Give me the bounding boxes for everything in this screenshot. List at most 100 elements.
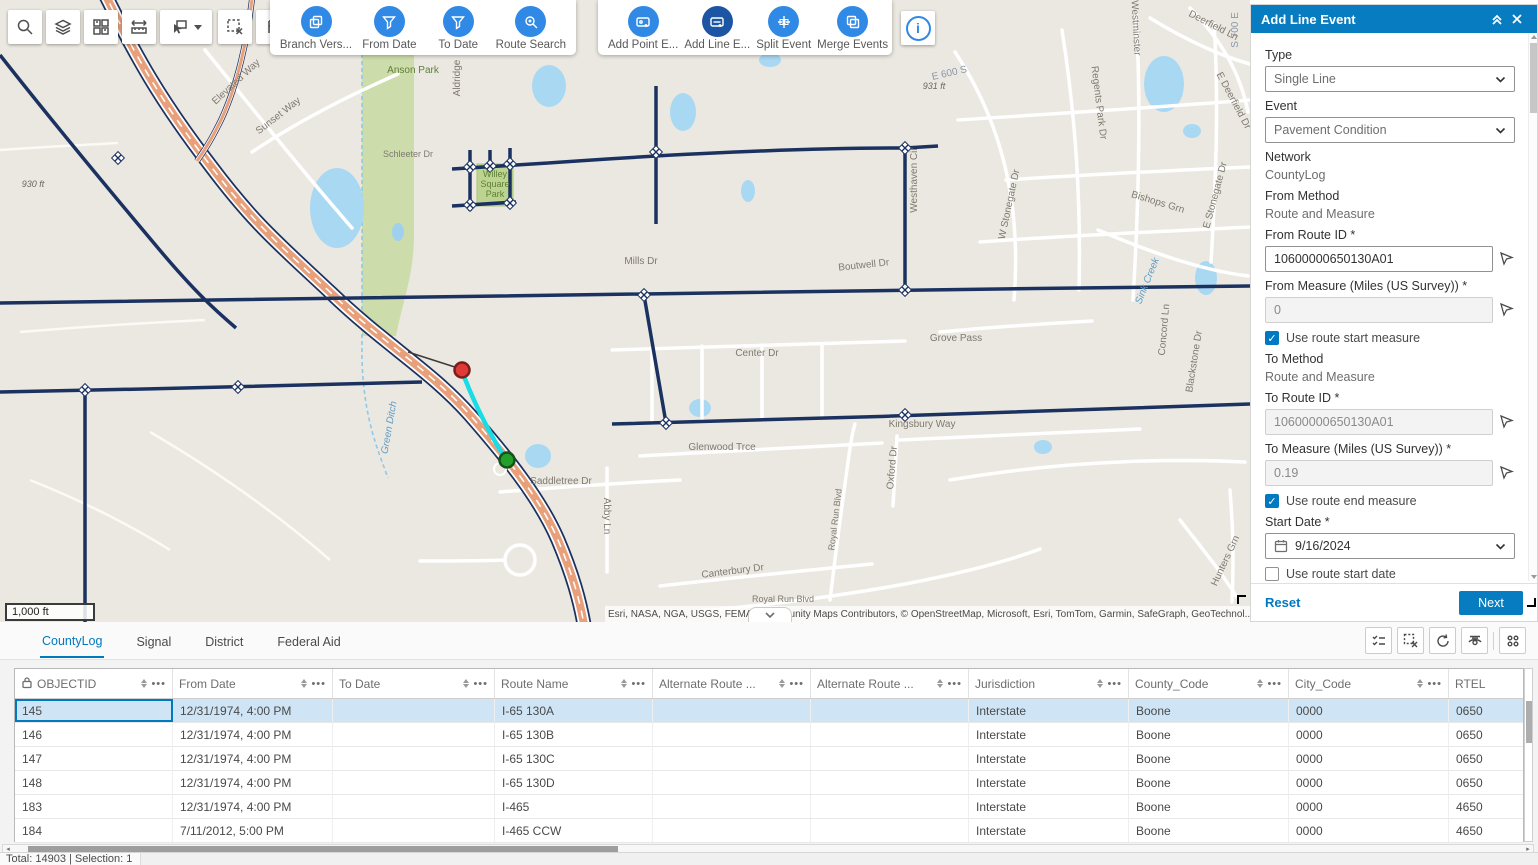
sort-icon[interactable]: [937, 679, 943, 688]
branch-versions-button[interactable]: Branch Vers...: [280, 4, 352, 53]
tab-countylog[interactable]: CountyLog: [40, 624, 104, 658]
table-cell[interactable]: [811, 723, 969, 746]
column-header-to-date[interactable]: To Date •••: [333, 669, 495, 698]
panel-resize-handle[interactable]: [1527, 598, 1536, 607]
column-header-objectid[interactable]: OBJECTID •••: [15, 669, 173, 698]
table-cell[interactable]: Boone: [1129, 699, 1289, 722]
table-cell[interactable]: 183: [15, 795, 173, 818]
table-cell[interactable]: [653, 819, 811, 842]
table-cell[interactable]: [653, 699, 811, 722]
table-cell[interactable]: Interstate: [969, 795, 1129, 818]
table-cell[interactable]: 4650: [1449, 795, 1523, 818]
table-cell[interactable]: [811, 747, 969, 770]
use-route-end-measure-checkbox[interactable]: ✓ Use route end measure: [1265, 494, 1515, 508]
sort-icon[interactable]: [141, 679, 147, 688]
table-row[interactable]: 14712/31/1974, 4:00 PMI-65 130CInterstat…: [15, 747, 1523, 771]
from-date-button[interactable]: From Date: [358, 4, 421, 53]
table-cell[interactable]: 0000: [1289, 771, 1449, 794]
column-header-city-code[interactable]: City_Code •••: [1289, 669, 1449, 698]
select-tool-button[interactable]: [160, 10, 212, 44]
pick-from-measure-on-map-icon[interactable]: [1499, 302, 1515, 318]
table-cell[interactable]: [653, 795, 811, 818]
table-cell[interactable]: [333, 795, 495, 818]
to-measure-marker[interactable]: [500, 453, 515, 468]
table-cell[interactable]: [333, 771, 495, 794]
clear-selection-tool-button[interactable]: [218, 10, 252, 44]
sort-icon[interactable]: [621, 679, 627, 688]
table-cell[interactable]: Boone: [1129, 819, 1289, 842]
split-event-button[interactable]: Split Event: [756, 4, 811, 53]
column-menu-icon[interactable]: •••: [789, 678, 804, 690]
table-cell[interactable]: 0650: [1449, 723, 1523, 746]
table-cell[interactable]: 0000: [1289, 819, 1449, 842]
table-cell[interactable]: [333, 723, 495, 746]
table-cell[interactable]: Interstate: [969, 771, 1129, 794]
overview-grid-tool-button[interactable]: [84, 10, 118, 44]
add-line-event-button[interactable]: Add Line E...: [684, 4, 750, 53]
column-header-alternate-route-2[interactable]: Alternate Route ... •••: [811, 669, 969, 698]
table-row[interactable]: 14812/31/1974, 4:00 PM I-65 130D Interstat…: [15, 771, 1523, 795]
table-cell[interactable]: [653, 747, 811, 770]
table-cell[interactable]: Interstate: [969, 699, 1129, 722]
table-cell[interactable]: I-65 130B: [495, 723, 653, 746]
table-cell[interactable]: 0000: [1289, 747, 1449, 770]
table-cell[interactable]: [653, 771, 811, 794]
column-menu-icon[interactable]: •••: [311, 678, 326, 690]
toggle-columns-button[interactable]: [1461, 627, 1488, 654]
column-menu-icon[interactable]: •••: [631, 678, 646, 690]
pick-from-route-on-map-icon[interactable]: [1499, 251, 1515, 267]
table-cell[interactable]: 12/31/1974, 4:00 PM: [173, 723, 333, 746]
column-header-alternate-route-1[interactable]: Alternate Route ... •••: [653, 669, 811, 698]
table-cell[interactable]: Boone: [1129, 747, 1289, 770]
use-route-start-measure-checkbox[interactable]: ✓ Use route start measure: [1265, 331, 1515, 345]
clear-table-selection-button[interactable]: [1397, 627, 1424, 654]
table-cell[interactable]: I-65 130D: [495, 771, 653, 794]
column-header-jurisdiction[interactable]: Jurisdiction •••: [969, 669, 1129, 698]
layers-tool-button[interactable]: [46, 10, 80, 44]
table-cell[interactable]: [333, 747, 495, 770]
to-date-button[interactable]: To Date: [427, 4, 490, 53]
table-cell[interactable]: Interstate: [969, 723, 1129, 746]
table-cell[interactable]: 0000: [1289, 795, 1449, 818]
sort-icon[interactable]: [1257, 679, 1263, 688]
table-cell[interactable]: 146: [15, 723, 173, 746]
show-selection-button[interactable]: [1365, 627, 1392, 654]
table-cell[interactable]: I-65 130C: [495, 747, 653, 770]
next-button[interactable]: Next: [1459, 591, 1523, 615]
table-cell[interactable]: 12/31/1974, 4:00 PM: [173, 699, 333, 722]
attribution-collapse-button[interactable]: [748, 607, 792, 622]
tab-federal-aid[interactable]: Federal Aid: [275, 625, 342, 657]
column-menu-icon[interactable]: •••: [1427, 678, 1442, 690]
table-cell[interactable]: 12/31/1974, 4:00 PM: [173, 771, 333, 794]
info-button[interactable]: i: [901, 11, 935, 45]
table-cell[interactable]: Boone: [1129, 723, 1289, 746]
sort-icon[interactable]: [1097, 679, 1103, 688]
table-row[interactable]: 1847/11/2012, 5:00 PMI-465 CCWInterstate…: [15, 819, 1523, 843]
options-grid-button[interactable]: [1499, 627, 1526, 654]
table-row[interactable]: 14612/31/1974, 4:00 PM I-65 130B Interstat…: [15, 723, 1523, 747]
column-header-route-name[interactable]: Route Name •••: [495, 669, 653, 698]
table-cell[interactable]: [811, 771, 969, 794]
close-panel-button[interactable]: [1507, 9, 1527, 29]
column-menu-icon[interactable]: •••: [947, 678, 962, 690]
measure-tool-button[interactable]: [122, 10, 156, 44]
tab-district[interactable]: District: [203, 625, 245, 657]
table-cell[interactable]: 148: [15, 771, 173, 794]
map-canvas[interactable]: Elevated Way Sunset Way Anson Park Aldri…: [0, 0, 1250, 622]
from-route-id-input[interactable]: [1265, 246, 1493, 272]
table-cell[interactable]: 12/31/1974, 4:00 PM: [173, 747, 333, 770]
table-cell[interactable]: [333, 819, 495, 842]
column-header-rtel[interactable]: RTEL: [1449, 669, 1523, 698]
table-cell[interactable]: Boone: [1129, 771, 1289, 794]
merge-events-button[interactable]: Merge Events: [817, 4, 888, 53]
table-cell[interactable]: 0000: [1289, 699, 1449, 722]
table-cell[interactable]: 4650: [1449, 819, 1523, 842]
tab-signal[interactable]: Signal: [134, 625, 173, 657]
sort-icon[interactable]: [1417, 679, 1423, 688]
table-cell[interactable]: I-65 130A: [495, 699, 653, 722]
from-measure-input[interactable]: [1265, 297, 1493, 323]
table-cell[interactable]: I-465: [495, 795, 653, 818]
select-tool-caret[interactable]: [194, 25, 202, 30]
sort-icon[interactable]: [779, 679, 785, 688]
table-cell[interactable]: Boone: [1129, 795, 1289, 818]
